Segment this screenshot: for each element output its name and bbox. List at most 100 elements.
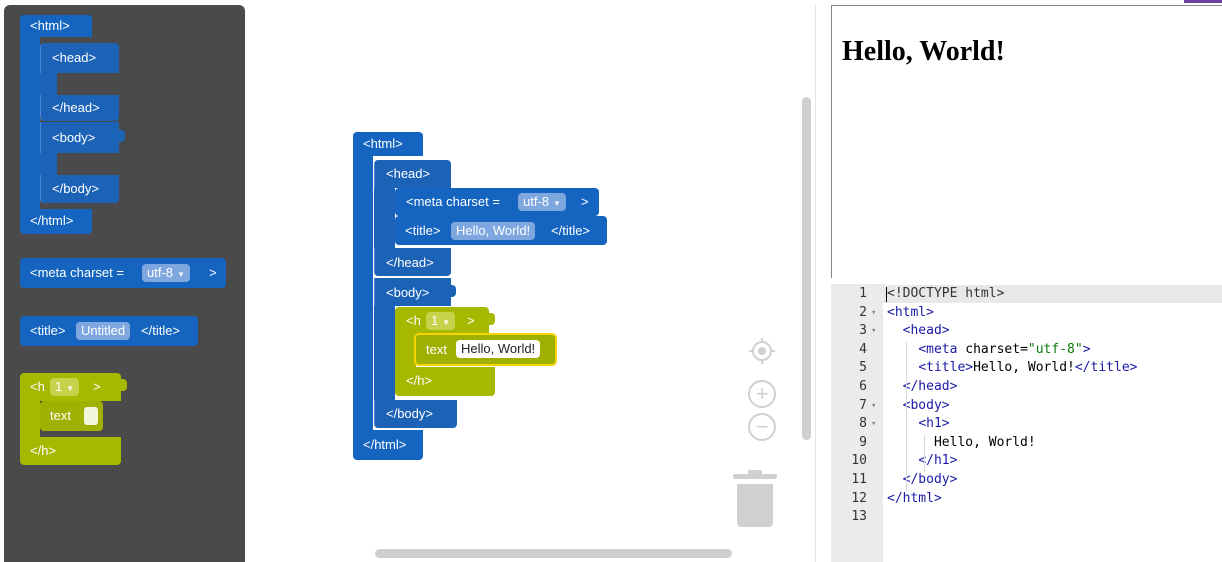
toolbox-title-input[interactable]: Untitled xyxy=(76,322,131,340)
code-line[interactable]: <html> xyxy=(887,305,934,320)
ws-h-level-dropdown[interactable]: 1 ▼ xyxy=(426,312,456,330)
line-number: 7 xyxy=(859,397,867,413)
top-accent-bar xyxy=(1184,0,1222,3)
ws-meta-block[interactable]: <meta charset = utf-8 ▼ > xyxy=(395,188,599,216)
code-line[interactable]: </html> xyxy=(887,491,942,506)
toolbox-meta-charset-value: utf-8 xyxy=(147,265,174,280)
toolbox-text-block[interactable]: text xyxy=(40,401,103,431)
ws-body-close: </body> xyxy=(386,406,433,421)
zoom-out-button[interactable]: − xyxy=(748,413,776,441)
toolbox-body-rail xyxy=(40,153,57,175)
ws-html-close: </html> xyxy=(363,437,407,452)
toolbox-html-rail xyxy=(20,37,40,209)
workspace[interactable] xyxy=(245,5,815,562)
ws-html-block[interactable]: <html> xyxy=(353,132,423,156)
ws-meta-suffix: > xyxy=(581,194,589,209)
workspace-divider xyxy=(815,5,816,562)
toolbox-body-block[interactable]: <body> xyxy=(40,122,119,153)
toolbox-head-rail xyxy=(40,73,57,95)
toolbox-meta-suffix: > xyxy=(209,265,217,280)
toolbox-html-close-block[interactable]: </html> xyxy=(20,209,92,234)
preview-pane: Hello, World! xyxy=(831,5,1222,278)
line-number: 10 xyxy=(851,453,867,469)
toolbox-body-open: <body> xyxy=(52,130,96,145)
ws-title-open: <title> xyxy=(405,223,441,238)
toolbox-h-gt: > xyxy=(93,379,101,394)
workspace-horizontal-scrollbar[interactable] xyxy=(375,549,732,558)
code-line[interactable]: <h1> xyxy=(887,416,949,431)
code-line[interactable]: <title>Hello, World!</title> xyxy=(887,360,1137,375)
code-line[interactable]: </head> xyxy=(887,379,958,394)
zoom-in-button[interactable]: + xyxy=(748,380,776,408)
line-number: 6 xyxy=(859,379,867,394)
ws-body-tab xyxy=(450,285,456,297)
ws-head-close-block[interactable]: </head> xyxy=(374,248,451,276)
ws-body-open: <body> xyxy=(386,285,430,300)
ws-meta-charset-value: utf-8 xyxy=(523,194,550,209)
ws-title-block[interactable]: <title> Hello, World! </title> xyxy=(395,216,607,245)
toolbox-h-block[interactable]: <h 1 ▼ > xyxy=(20,373,121,401)
fold-toggle-icon[interactable]: ▾ xyxy=(871,326,876,336)
code-line[interactable]: <meta charset="utf-8"> xyxy=(887,342,1090,357)
code-line[interactable]: <head> xyxy=(887,323,950,338)
ws-text-label: text xyxy=(426,342,447,357)
toolbox-head-close: </head> xyxy=(52,100,100,115)
indent-guide xyxy=(924,434,925,472)
ws-h-tab xyxy=(489,313,495,325)
ws-head-block[interactable]: <head> xyxy=(374,160,451,188)
toolbox-h-close: </h> xyxy=(30,443,57,458)
fold-toggle-icon[interactable]: ▾ xyxy=(871,419,876,429)
code-line[interactable]: Hello, World! xyxy=(887,435,1036,450)
trash-icon[interactable] xyxy=(737,484,773,527)
workspace-vertical-scrollbar[interactable] xyxy=(802,97,811,440)
code-line[interactable]: </h1> xyxy=(887,453,957,468)
chevron-down-icon: ▼ xyxy=(177,270,185,279)
ws-body-block[interactable]: <body> xyxy=(374,278,451,306)
ws-text-input[interactable]: Hello, World! xyxy=(456,340,541,358)
toolbox-body-tab xyxy=(119,130,125,142)
ws-html-close-block[interactable]: </html> xyxy=(353,430,423,460)
toolbox-text-input[interactable] xyxy=(84,407,98,425)
ws-title-close: </title> xyxy=(551,223,591,238)
toolbox-body-close-block[interactable]: </body> xyxy=(40,175,119,203)
ws-h-rail xyxy=(395,335,416,367)
toolbox-h-level-dropdown[interactable]: 1 ▼ xyxy=(50,378,80,396)
toolbox-h-tab xyxy=(121,379,127,391)
ws-h-block[interactable]: <h 1 ▼ > xyxy=(395,307,489,335)
line-number: 1 xyxy=(859,286,867,301)
code-line[interactable]: <body> xyxy=(887,398,950,413)
toolbox: <html> </html> <head> </head> <body> </b… xyxy=(4,5,245,562)
toolbox-meta-block[interactable]: <meta charset = utf-8 ▼ > xyxy=(20,258,226,288)
ws-text-block-selected[interactable]: text Hello, World! xyxy=(414,333,557,366)
toolbox-head-close-block[interactable]: </head> xyxy=(40,95,119,121)
ws-h-close-block[interactable]: </h> xyxy=(395,367,495,396)
line-number: 4 xyxy=(859,341,867,357)
line-number: 2 xyxy=(859,304,867,320)
toolbox-title-block[interactable]: <title> Untitled </title> xyxy=(20,316,198,346)
toolbox-meta-prefix: <meta charset = xyxy=(30,265,124,280)
chevron-down-icon: ▼ xyxy=(442,318,451,327)
toolbox-html-block[interactable]: <html> xyxy=(20,15,92,37)
code-line[interactable]: <!DOCTYPE html> xyxy=(887,286,1004,301)
ws-head-open: <head> xyxy=(386,166,431,181)
ws-html-rail xyxy=(353,156,373,430)
toolbox-head-block[interactable]: <head> xyxy=(40,43,119,73)
fold-toggle-icon[interactable]: ▾ xyxy=(871,308,876,318)
recenter-icon[interactable] xyxy=(748,337,776,365)
ws-meta-charset-dropdown[interactable]: utf-8 ▼ xyxy=(518,193,566,211)
toolbox-h-close-block[interactable]: </h> xyxy=(20,437,121,465)
ws-title-input[interactable]: Hello, World! xyxy=(451,222,536,240)
fold-toggle-icon[interactable]: ▾ xyxy=(871,401,876,411)
toolbox-meta-charset-dropdown[interactable]: utf-8 ▼ xyxy=(142,264,190,282)
indent-guide xyxy=(906,416,907,491)
toolbox-h-open: <h xyxy=(30,379,45,394)
chevron-down-icon: ▼ xyxy=(66,384,75,393)
chevron-down-icon: ▼ xyxy=(553,199,561,208)
line-number: 11 xyxy=(851,472,867,487)
ws-body-rail xyxy=(374,306,395,400)
toolbox-h-rail xyxy=(20,401,40,437)
code-editor[interactable]: 1 <!DOCTYPE html> 2 ▾ <html> 3 ▾ <head> 4 <meta… xyxy=(831,284,1222,562)
code-line[interactable]: </body> xyxy=(887,472,958,487)
ws-body-close-block[interactable]: </body> xyxy=(374,400,457,428)
ws-h-close: </h> xyxy=(406,373,433,388)
